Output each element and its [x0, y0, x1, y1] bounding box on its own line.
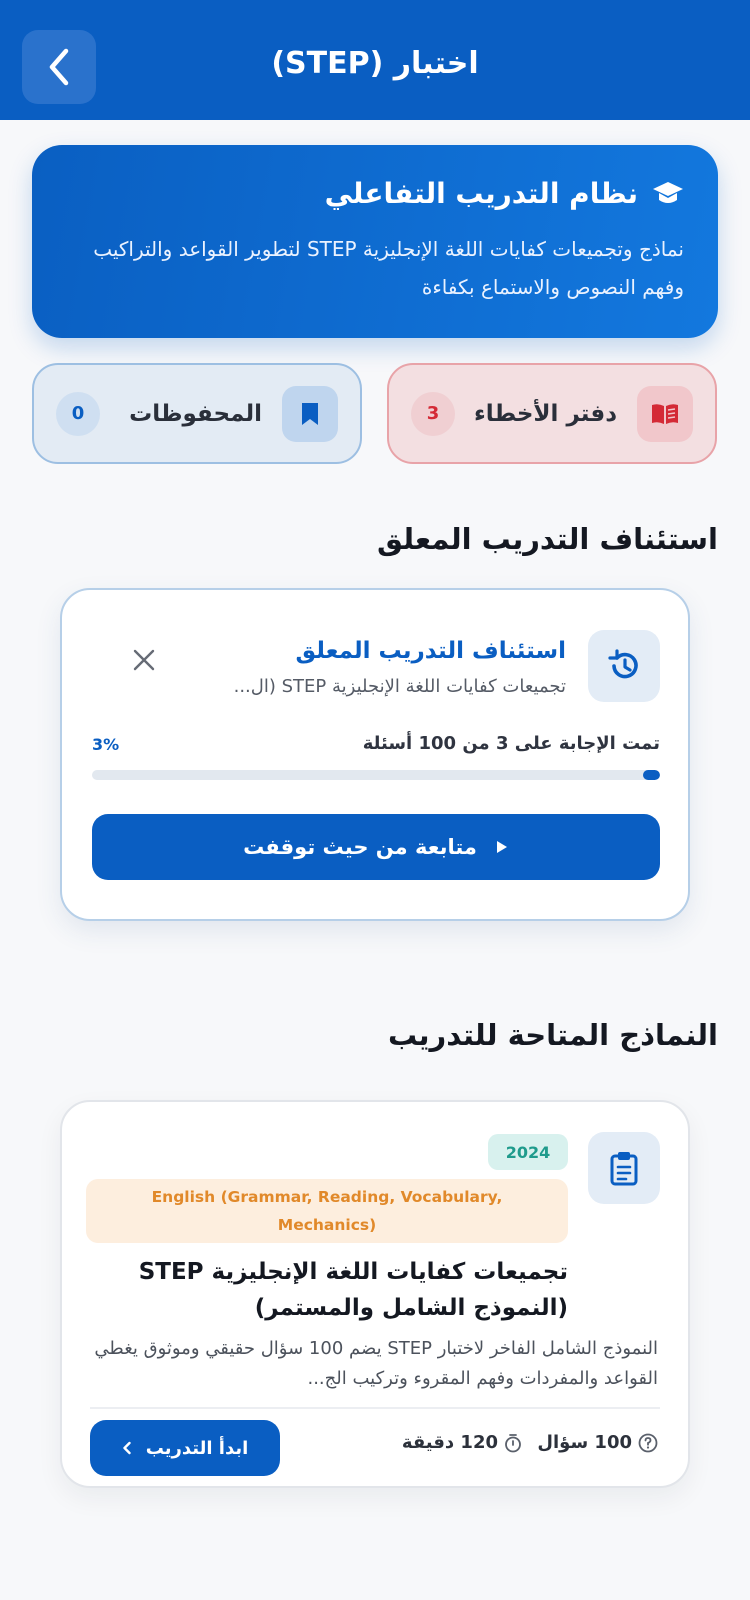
dismiss-button[interactable]	[124, 640, 164, 680]
models-section-heading: النماذج المتاحة للتدريب	[387, 1018, 718, 1052]
mistakes-count-badge: 3	[411, 391, 455, 436]
duration: 120 دقيقة	[402, 1432, 522, 1453]
start-training-button[interactable]: ابدأ التدريب	[90, 1420, 280, 1476]
duration-label: 120 دقيقة	[401, 1432, 498, 1453]
model-card[interactable]: 2024 English (Grammar, Reading, Vocabula…	[60, 1100, 690, 1488]
timer-icon	[505, 1433, 521, 1452]
saved-count-badge: 0	[56, 391, 100, 436]
progress-bar	[92, 770, 660, 780]
model-description: النموذج الشامل الفاخر لاختبار STEP يضم 1…	[94, 1338, 658, 1389]
clipboard-icon	[610, 1152, 638, 1186]
graduation-cap-icon	[653, 181, 683, 203]
questions-count: 100 سؤال	[537, 1432, 658, 1453]
close-icon	[133, 649, 155, 671]
hero-title: نظام التدريب التفاعلي	[324, 177, 638, 210]
hero-description: نماذج وتجميعات كفايات اللغة الإنجليزية S…	[93, 237, 684, 299]
progress-text: تمت الإجابة على 3 من 100 أسئلة	[362, 733, 660, 754]
saved-label: المحفوظات	[129, 400, 262, 427]
mistakes-notebook-card[interactable]: دفتر الأخطاء 3	[387, 363, 717, 464]
subject-badge: English (Grammar, Reading, Vocabulary, M…	[86, 1179, 568, 1243]
divider	[90, 1407, 660, 1409]
resume-section-heading: استئناف التدريب المعلق	[376, 522, 718, 556]
page-title: اختبار (STEP)	[271, 46, 479, 81]
start-training-label: ابدأ التدريب	[145, 1437, 249, 1459]
continue-button[interactable]: متابعة من حيث توقفت	[92, 814, 660, 880]
open-book-icon	[652, 403, 678, 424]
progress-percent: 3%	[92, 735, 120, 754]
hero-banner: نظام التدريب التفاعلي نماذج وتجميعات كفا…	[32, 145, 718, 338]
play-icon	[496, 841, 507, 853]
history-icon	[608, 649, 638, 679]
resume-card-title: استئناف التدريب المعلق	[295, 638, 567, 664]
resume-card-subtitle: تجميعات كفايات اللغة الإنجليزية STEP (ال…	[233, 676, 566, 697]
saved-card[interactable]: المحفوظات 0	[32, 363, 362, 464]
resume-card: استئناف التدريب المعلق تجميعات كفايات ال…	[60, 588, 690, 921]
chevron-left-icon	[122, 1441, 131, 1455]
mistakes-label: دفتر الأخطاء	[474, 400, 617, 427]
progress-bar-fill	[642, 770, 660, 780]
bookmark-icon	[302, 402, 318, 425]
year-badge: 2024	[488, 1134, 568, 1170]
continue-button-label: متابعة من حيث توقفت	[243, 835, 477, 859]
app-bar: اختبار (STEP)	[0, 0, 750, 120]
question-circle-icon	[638, 1433, 658, 1452]
model-title: تجميعات كفايات اللغة الإنجليزية STEP (ال…	[138, 1259, 568, 1321]
questions-count-label: 100 سؤال	[537, 1432, 632, 1453]
